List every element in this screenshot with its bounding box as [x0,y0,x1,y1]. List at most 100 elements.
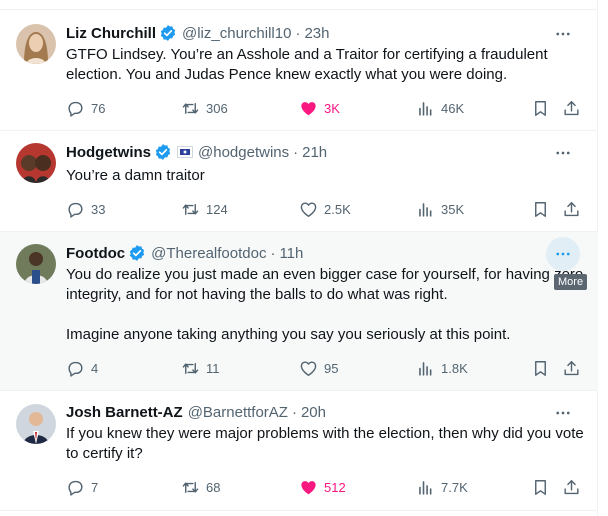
like-count: 3K [324,100,340,116]
share-icon [564,201,579,216]
repost-button[interactable]: 68 [181,477,220,497]
repost-icon [182,362,199,374]
author-handle[interactable]: @liz_churchill10 [182,25,291,42]
like-button[interactable]: 3K [299,98,340,118]
repost-count: 68 [206,479,221,495]
tweet-paragraph: Imagine anyone taking anything you say y… [66,326,511,343]
tweet-header: Josh Barnett-AZ @BarnettforAZ · 20h [66,402,326,422]
more-dots-icon [556,252,570,256]
tweet-paragraph: You do realize you just made an even big… [66,266,584,303]
tweet-paragraph: You’re a damn traitor [66,167,205,184]
share-icon [564,360,579,375]
bookmark-icon [535,479,546,495]
like-button[interactable]: 2.5K [299,199,351,219]
analytics-icon [419,101,432,116]
avatar[interactable] [16,244,56,284]
reply-button[interactable]: 33 [66,199,105,219]
reply-count: 33 [91,201,106,217]
reply-icon [68,202,83,218]
heart-filled-icon [301,480,316,494]
like-button[interactable]: 512 [299,477,346,497]
like-count: 512 [324,479,346,495]
view-count: 35K [441,201,465,217]
timestamp[interactable]: 21h [302,144,327,161]
reply-button[interactable]: 4 [66,358,98,378]
action-bar: 33 124 2.5K 35K [66,199,586,219]
affiliate-badge-icon[interactable] [177,146,193,158]
separator-dot: · [270,244,276,262]
reply-count: 4 [91,360,99,376]
more-dots-icon [556,411,570,415]
more-dots-icon [556,32,570,36]
tweet-text: GTFO Lindsey. You’re an Asshole and a Tr… [66,45,586,85]
tweet-text: You’re a damn traitor [66,166,586,186]
bookmark-button[interactable] [531,477,550,497]
author-name[interactable]: Liz Churchill [66,25,156,42]
repost-icon [182,203,199,215]
repost-button[interactable]: 11 [181,358,220,378]
views-button[interactable]: 1.8K [416,358,468,378]
timestamp[interactable]: 23h [304,25,329,42]
action-bar: 76 306 3K 46K [66,98,586,118]
views-button[interactable]: 46K [416,98,464,118]
reply-icon [68,480,83,496]
action-bar: 4 11 95 1.8K [66,358,586,378]
author-name[interactable]: Hodgetwins [66,144,151,161]
verified-badge-icon [160,25,176,41]
analytics-icon [419,361,432,376]
bookmark-icon [535,360,546,376]
timestamp[interactable]: 11h [279,245,303,262]
repost-button[interactable]: 306 [181,98,228,118]
bookmark-button[interactable] [531,199,550,219]
reply-count: 7 [91,479,99,495]
share-button[interactable] [562,477,581,497]
views-button[interactable]: 35K [416,199,464,219]
reply-button[interactable]: 7 [66,477,98,497]
view-count: 46K [441,100,465,116]
author-handle[interactable]: @BarnettforAZ [188,404,288,421]
more-options-button[interactable] [546,136,580,170]
share-icon [564,479,579,494]
tweet-paragraph: If you knew they were major problems wit… [66,425,584,462]
share-button[interactable] [562,199,581,219]
analytics-icon [419,480,432,495]
tweet-header: Liz Churchill @liz_churchill10 · 23h [66,23,329,43]
heart-filled-icon [301,101,316,115]
bookmark-button[interactable] [531,358,550,378]
separator-dot: · [295,24,301,42]
tweet-header: Footdoc @Therealfootdoc · 11h [66,243,303,263]
views-button[interactable]: 7.7K [416,477,468,497]
share-button[interactable] [562,98,581,118]
analytics-icon [419,202,432,217]
repost-icon [182,102,199,114]
avatar[interactable] [16,404,56,444]
author-handle[interactable]: @Therealfootdoc [151,245,266,262]
like-button[interactable]: 95 [299,358,338,378]
heart-outline-icon [300,201,317,217]
avatar[interactable] [16,24,56,64]
timestamp[interactable]: 20h [301,404,326,421]
tweet-hodgetwins[interactable]: Hodgetwins @hodgetwins · 21h You’re a da… [0,131,598,232]
author-name[interactable]: Footdoc [66,245,125,262]
repost-button[interactable]: 124 [181,199,228,219]
author-name[interactable]: Josh Barnett-AZ [66,404,183,421]
tweet-josh-barnett[interactable]: Josh Barnett-AZ @BarnettforAZ · 20h If y… [0,391,598,511]
share-button[interactable] [562,358,581,378]
like-count: 2.5K [324,201,351,217]
bookmark-icon [535,201,546,217]
bookmark-icon [535,100,546,116]
avatar[interactable] [16,143,56,183]
verified-badge-icon [155,144,171,160]
more-dots-icon [556,151,570,155]
like-count: 95 [324,360,339,376]
tweet-footdoc[interactable]: Footdoc @Therealfootdoc · 11h You do rea… [0,232,598,391]
author-handle[interactable]: @hodgetwins [198,144,289,161]
view-count: 7.7K [441,479,468,495]
bookmark-button[interactable] [531,98,550,118]
reply-button[interactable]: 76 [66,98,105,118]
repost-icon [182,481,199,493]
more-tooltip: More [554,274,588,290]
action-bar: 7 68 512 7.7K [66,477,586,497]
tweet-liz-churchill[interactable]: Liz Churchill @liz_churchill10 · 23h GTF… [0,10,598,131]
reply-count: 76 [91,100,106,116]
